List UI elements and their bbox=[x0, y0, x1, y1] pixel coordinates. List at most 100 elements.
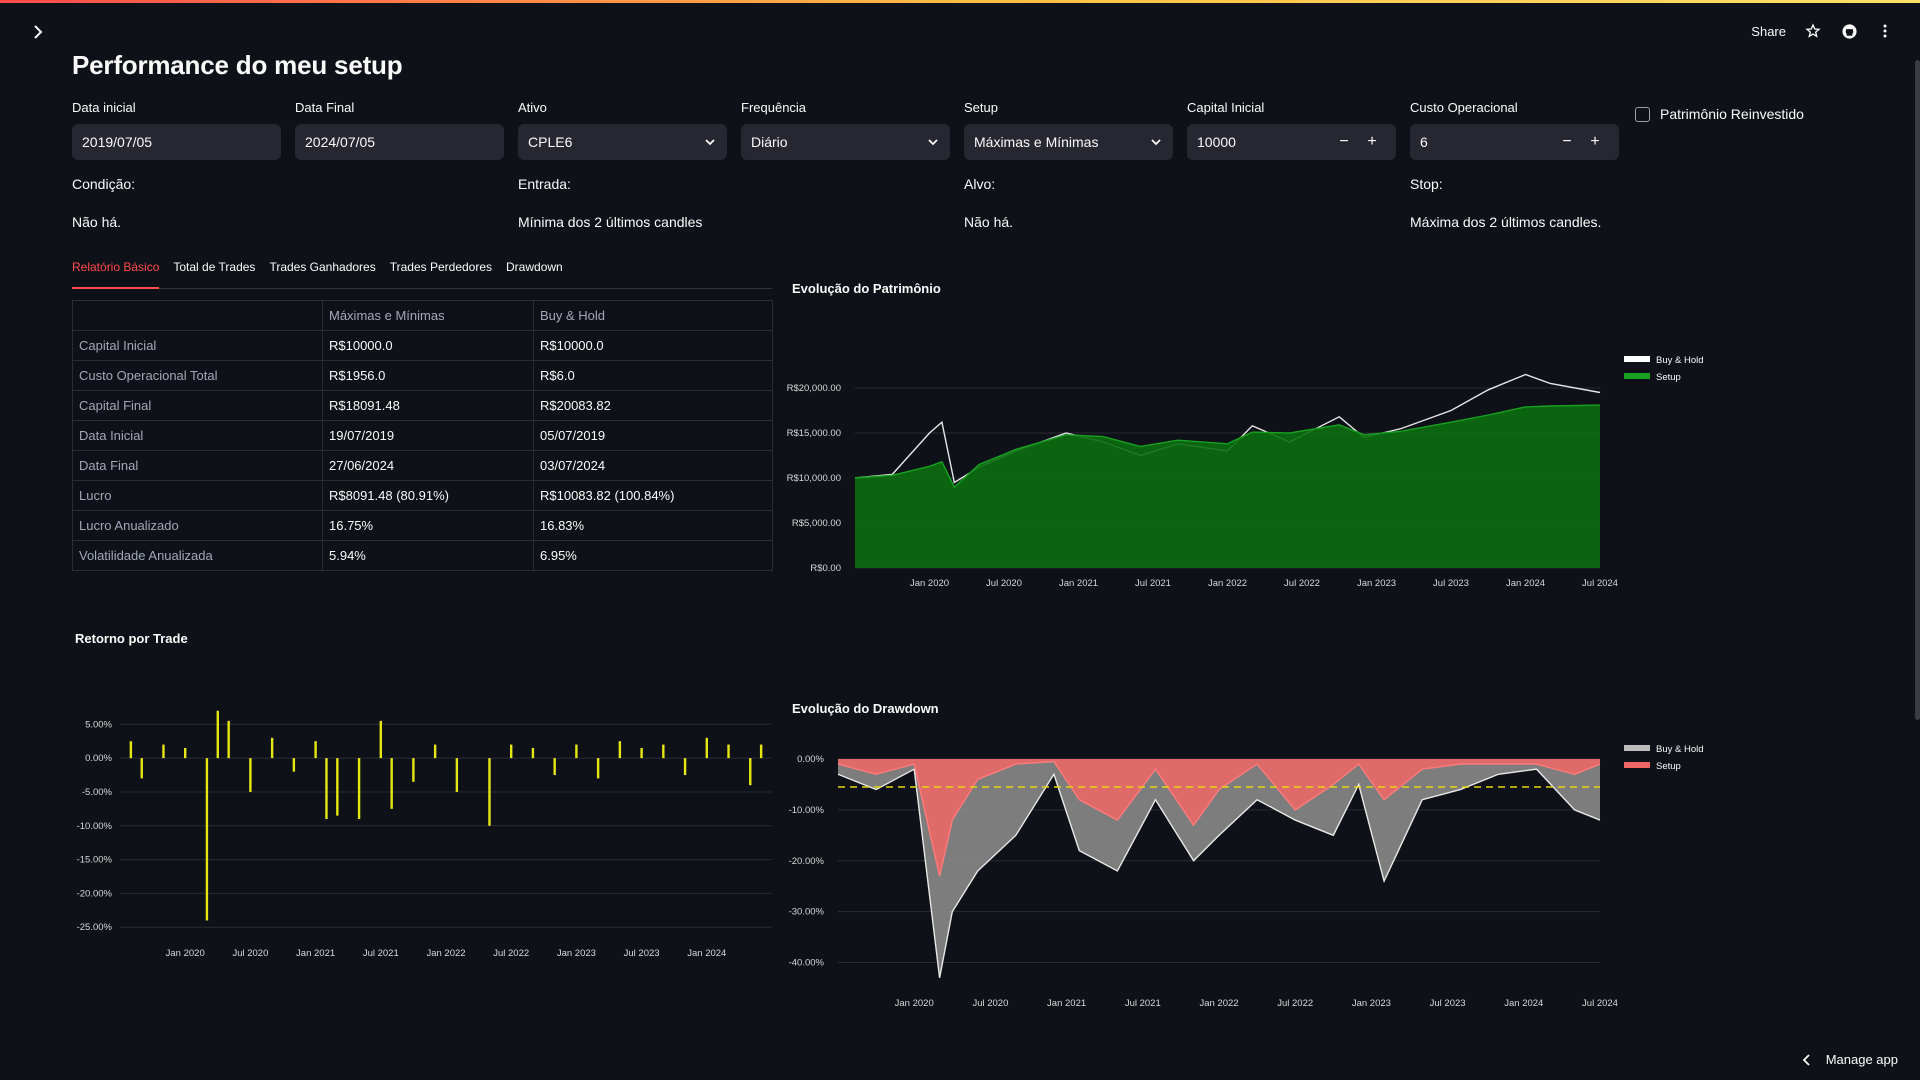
bar bbox=[531, 747, 535, 759]
reinvestido-label: Patrimônio Reinvestido bbox=[1660, 106, 1804, 122]
x-tick-label: Jan 2020 bbox=[910, 578, 949, 589]
bar bbox=[336, 758, 339, 816]
legend-swatch bbox=[1624, 373, 1650, 379]
row-label: Custo Operacional Total bbox=[72, 360, 323, 391]
condicao-label: Condição: bbox=[72, 176, 136, 192]
manage-app-label: Manage app bbox=[1825, 1052, 1898, 1067]
chevron-down-icon bbox=[1151, 139, 1161, 146]
bar bbox=[618, 741, 622, 759]
more-vert-icon[interactable] bbox=[1876, 22, 1894, 40]
bar bbox=[596, 758, 600, 779]
equity-chart-title: Evolução do Patrimônio bbox=[792, 281, 941, 296]
scrollbar[interactable] bbox=[1915, 60, 1920, 720]
legend-swatch bbox=[1624, 762, 1650, 768]
x-tick-label: Jul 2022 bbox=[1284, 578, 1320, 589]
custo-operacional-input[interactable]: 6 − + bbox=[1410, 124, 1619, 160]
setup-cell: R$10000.0 bbox=[322, 330, 534, 361]
buyhold-cell: R$10083.82 (100.84%) bbox=[533, 480, 773, 511]
increment-button[interactable]: + bbox=[1358, 133, 1386, 151]
github-icon[interactable] bbox=[1840, 22, 1858, 40]
custo-operacional-field: Custo Operacional 6 − + bbox=[1410, 100, 1619, 160]
table-header bbox=[72, 300, 323, 331]
frequencia-select[interactable]: Diário bbox=[741, 124, 950, 160]
x-tick-label: Jan 2020 bbox=[895, 998, 934, 1009]
y-tick-label: 5.00% bbox=[85, 719, 112, 730]
bar bbox=[759, 744, 763, 759]
reinvestido-checkbox[interactable]: Patrimônio Reinvestido bbox=[1635, 106, 1804, 122]
checkbox-square[interactable] bbox=[1635, 106, 1650, 122]
table-row: Volatilidade Anualizada 5.94% 6.95% bbox=[72, 540, 773, 571]
y-tick-label: -30.00% bbox=[789, 907, 825, 918]
chevron-down-icon bbox=[928, 139, 938, 146]
share-button[interactable]: Share bbox=[1751, 24, 1786, 39]
chevron-right-icon[interactable] bbox=[28, 22, 48, 42]
frequencia-label: Frequência bbox=[741, 100, 807, 115]
y-tick-label: R$10,000.00 bbox=[787, 473, 841, 484]
x-tick-label: Jan 2023 bbox=[557, 948, 596, 959]
y-tick-label: -20.00% bbox=[77, 888, 113, 899]
y-tick-label: -25.00% bbox=[77, 922, 113, 933]
bar bbox=[162, 744, 165, 759]
capital-inicial-field: Capital Inicial 10000 − + bbox=[1187, 100, 1396, 160]
decrement-button[interactable]: − bbox=[1330, 133, 1358, 151]
bar bbox=[749, 758, 752, 786]
condicao-value: Não há. bbox=[72, 214, 122, 230]
buyhold-cell: 05/07/2019 bbox=[533, 420, 773, 451]
bar bbox=[455, 758, 459, 792]
y-tick-label: R$20,000.00 bbox=[787, 383, 841, 394]
tab-drawdown[interactable]: Drawdown bbox=[506, 258, 563, 287]
x-tick-label: Jul 2023 bbox=[624, 948, 660, 959]
bar bbox=[227, 720, 230, 759]
bar bbox=[553, 758, 556, 776]
x-tick-label: Jan 2023 bbox=[1357, 578, 1396, 589]
y-tick-label: R$15,000.00 bbox=[787, 428, 841, 439]
buyhold-cell: 03/07/2024 bbox=[533, 450, 773, 481]
bar bbox=[705, 737, 708, 759]
tab-trades-ganhadores[interactable]: Trades Ganhadores bbox=[269, 258, 375, 287]
increment-button[interactable]: + bbox=[1581, 133, 1609, 151]
x-tick-label: Jan 2024 bbox=[687, 948, 726, 959]
tab-relatorio-basico[interactable]: Relatório Básico bbox=[72, 258, 160, 289]
equity-chart[interactable]: R$0.00 R$5,000.00 R$10,000.00 R$15,000.00 R$… bbox=[780, 330, 1760, 610]
table-row: Custo Operacional Total R$1956.0 R$6.0 bbox=[72, 360, 773, 391]
ativo-select[interactable]: CPLE6 bbox=[518, 124, 727, 160]
stop-value: Máxima dos 2 últimos candles. bbox=[1410, 214, 1602, 230]
returns-chart[interactable]: 5.00% 0.00% -5.00% -10.00% -15.00% -20.00% -25… bbox=[60, 690, 780, 960]
y-tick-label: -15.00% bbox=[77, 855, 113, 866]
capital-inicial-input[interactable]: 10000 − + bbox=[1187, 124, 1396, 160]
bar bbox=[205, 758, 209, 921]
row-label: Capital Inicial bbox=[72, 330, 323, 361]
table-row: Lucro Anualizado 16.75% 16.83% bbox=[72, 510, 773, 541]
bar bbox=[433, 744, 437, 759]
data-final-label: Data Final bbox=[295, 100, 355, 115]
setup-field: Setup Máximas e Mínimas bbox=[964, 100, 1173, 160]
decrement-button[interactable]: − bbox=[1553, 133, 1581, 151]
setup-cell: 16.75% bbox=[322, 510, 534, 541]
x-tick-label: Jan 2021 bbox=[1059, 578, 1098, 589]
table-header: Buy & Hold bbox=[533, 300, 773, 331]
x-tick-label: Jul 2020 bbox=[986, 578, 1022, 589]
row-label: Lucro Anualizado bbox=[72, 510, 323, 541]
bar bbox=[379, 720, 382, 759]
bar bbox=[314, 741, 317, 759]
tab-total-de-trades[interactable]: Total de Trades bbox=[173, 258, 255, 287]
stop-label: Stop: bbox=[1410, 176, 1443, 192]
data-final-input[interactable]: 2024/07/05 bbox=[295, 124, 504, 160]
y-tick-label: R$0.00 bbox=[810, 563, 841, 574]
table-row: Capital Final R$18091.48 R$20083.82 bbox=[72, 390, 773, 421]
setup-select[interactable]: Máximas e Mínimas bbox=[964, 124, 1173, 160]
drawdown-chart[interactable]: 0.00% -10.00% -20.00% -30.00% -40.00% Jan 202… bbox=[780, 740, 1760, 1030]
x-tick-label: Jul 2023 bbox=[1430, 998, 1466, 1009]
buyhold-cell: R$10000.0 bbox=[533, 330, 773, 361]
setup-cell: R$1956.0 bbox=[322, 360, 534, 391]
series-area-setup bbox=[855, 405, 1600, 568]
data-inicial-input[interactable]: 2019/07/05 bbox=[72, 124, 281, 160]
x-tick-label: Jul 2020 bbox=[232, 948, 268, 959]
star-icon[interactable] bbox=[1804, 22, 1822, 40]
legend-label: Buy & Hold bbox=[1656, 355, 1704, 366]
tab-trades-perdedores[interactable]: Trades Perdedores bbox=[390, 258, 492, 287]
row-label: Capital Final bbox=[72, 390, 323, 421]
manage-app-button[interactable]: Manage app bbox=[1802, 1052, 1898, 1067]
bar bbox=[216, 710, 219, 759]
x-tick-label: Jan 2024 bbox=[1504, 998, 1543, 1009]
